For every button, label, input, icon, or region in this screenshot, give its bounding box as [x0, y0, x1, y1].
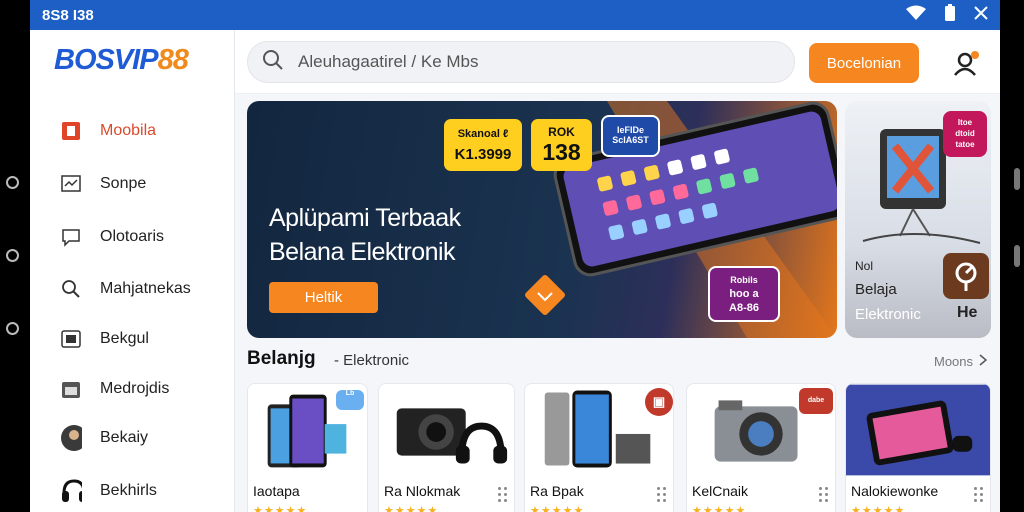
- product-card[interactable]: ▣ Ra Bpak ★★★★★: [524, 383, 674, 512]
- rating-stars: ★★★★★: [253, 505, 308, 512]
- discount-tag: ROK 138: [531, 119, 592, 171]
- side-promo-card[interactable]: Itoe dtoid tatoe Nol Belaja Elektronic H…: [845, 101, 991, 338]
- section-subtitle: - Elektronic: [334, 352, 410, 369]
- sidebar-item-label: Mahjatnekas: [100, 280, 191, 297]
- rating-stars: ★★★★★: [851, 505, 906, 512]
- hero-title: Aplüpami Terbaak Belana Elektronik: [269, 204, 461, 266]
- product-badge: Lb: [336, 390, 364, 410]
- close-icon[interactable]: [974, 5, 988, 25]
- product-card[interactable]: Lb Iaotapa ★★★★★: [247, 383, 368, 512]
- rating-stars: ★★★★★: [530, 505, 585, 512]
- user-settings-icon[interactable]: [951, 46, 983, 78]
- nav-home-dot[interactable]: [6, 176, 19, 189]
- product-name: Ra Bpak: [530, 483, 584, 499]
- more-options-icon[interactable]: [974, 487, 984, 502]
- product-name: Iaotapa: [253, 483, 300, 499]
- avatar-icon: [60, 425, 82, 451]
- sidebar-item-bekhirls[interactable]: Bekhirls: [60, 476, 230, 506]
- app-screen: 8S8 I38 BOSVIP88 Moobila Sonpe Olotoaris…: [30, 0, 1000, 512]
- sidebar-item-label: Bekgul: [100, 330, 149, 347]
- status-time: 8S8 I38: [42, 6, 94, 24]
- product-card[interactable]: Nalokiewonke ★★★★★: [845, 383, 991, 512]
- sidebar-item-moobila[interactable]: Moobila: [60, 116, 230, 146]
- nav-back-dot[interactable]: [6, 249, 19, 262]
- sidebar: BOSVIP88 Moobila Sonpe Olotoaris Mahjatn…: [30, 30, 235, 512]
- product-card[interactable]: Ra Nlokmak ★★★★★: [378, 383, 515, 512]
- chevron-right-icon: [979, 354, 988, 369]
- search-bar: [247, 41, 795, 83]
- brand-logo[interactable]: BOSVIP88: [54, 44, 189, 77]
- sidebar-item-label: Sonpe: [100, 175, 147, 192]
- side-promo-text: Nol: [855, 259, 874, 273]
- more-options-icon[interactable]: [819, 487, 829, 502]
- side-promo-text: Elektronic: [855, 306, 921, 323]
- nav-recents-dot[interactable]: [6, 322, 19, 335]
- sidebar-item-label: Moobila: [100, 122, 157, 139]
- product-card[interactable]: dabe KelCnaik ★★★★★: [686, 383, 836, 512]
- product-name: KelCnaik: [692, 483, 749, 499]
- rating-stars: ★★★★★: [384, 505, 439, 512]
- chat-icon: [60, 226, 82, 248]
- top-bar: Bocelonian: [235, 30, 1000, 94]
- headphones-icon: [60, 479, 82, 502]
- sidebar-item-label: Olotoaris: [100, 228, 165, 245]
- side-promo-text: Belaja: [855, 281, 897, 298]
- wifi-icon: [906, 5, 926, 26]
- sidebar-item-label: Bekaiy: [100, 429, 149, 446]
- search-icon: [262, 49, 284, 76]
- rating-stars: ★★★★★: [692, 505, 747, 512]
- product-image: [396, 408, 508, 464]
- more-link[interactable]: Moons: [934, 354, 988, 369]
- product-name: Ra Nlokmak: [384, 483, 461, 499]
- promo-badge: Itoe dtoid tatoe: [943, 111, 987, 157]
- search-input[interactable]: [298, 52, 768, 72]
- promo-badge: IeFIDe ScIA6ST: [601, 115, 660, 157]
- chart-icon: [60, 173, 82, 195]
- sidebar-item-mahjatnekas[interactable]: Mahjatnekas: [60, 274, 230, 304]
- sidebar-item-label: Bekhirls: [100, 482, 157, 499]
- sidebar-item-sonpe[interactable]: Sonpe: [60, 169, 230, 199]
- side-button-lower: [1014, 245, 1020, 267]
- price-tag: Skanoal ℓ K1.3999: [444, 119, 522, 171]
- side-promo-corner: He: [957, 304, 978, 321]
- offer-badge: Robils hoo a A8-86: [708, 266, 780, 322]
- sidebar-item-olotoaris[interactable]: Olotoaris: [60, 222, 230, 252]
- lock-icon: [943, 253, 989, 299]
- product-name: Nalokiewonke: [851, 483, 939, 499]
- device-frame: 8S8 I38 BOSVIP88 Moobila Sonpe Olotoaris…: [0, 0, 1024, 512]
- sidebar-item-bekaiy[interactable]: Bekaiy: [60, 423, 230, 453]
- calendar-icon: [60, 378, 82, 400]
- device-icon: [60, 328, 82, 350]
- product-badge: ▣: [645, 388, 673, 416]
- side-button-upper: [1014, 168, 1020, 190]
- battery-icon: [944, 3, 956, 27]
- hero-cta-button[interactable]: Heltik: [269, 282, 378, 313]
- mobile-icon: [60, 120, 82, 142]
- primary-action-button[interactable]: Bocelonian: [809, 43, 919, 83]
- status-bar: 8S8 I38: [30, 0, 1000, 30]
- hero-banner[interactable]: Skanoal ℓ K1.3999 ROK 138 IeFIDe ScIA6ST…: [247, 101, 837, 338]
- product-badge: dabe: [799, 388, 833, 414]
- more-options-icon[interactable]: [657, 487, 667, 502]
- sidebar-item-medrojdis[interactable]: Medrojdis: [60, 374, 230, 404]
- product-image: [846, 384, 990, 476]
- search-icon: [60, 278, 82, 300]
- more-options-icon[interactable]: [498, 487, 508, 502]
- sidebar-item-label: Medrojdis: [100, 380, 170, 397]
- section-title: Belanjg: [247, 348, 316, 369]
- sidebar-item-bekgul[interactable]: Bekgul: [60, 324, 230, 354]
